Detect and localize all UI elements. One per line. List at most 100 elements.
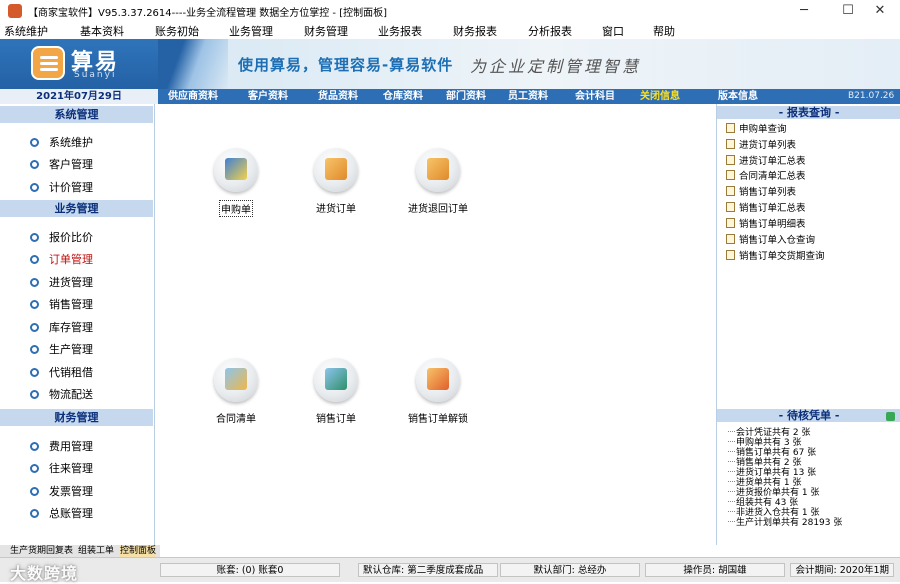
nav-goods-data[interactable]: 货品资料 — [318, 89, 358, 104]
nav-warehouse-data[interactable]: 仓库资料 — [383, 89, 423, 104]
purchase-request-icon — [214, 148, 258, 192]
document-icon — [726, 139, 735, 149]
tile-purchase-order[interactable]: 进货订单 — [286, 148, 386, 215]
status-period: 会计期间: 2020年1期 — [790, 563, 894, 577]
reports-header: - 报表查询 - — [717, 106, 900, 119]
menu-account-init[interactable]: 账务初始 — [155, 23, 199, 39]
tile-label: 进货订单 — [316, 204, 356, 215]
tile-sales-order-unlock[interactable]: 销售订单解锁 — [388, 358, 488, 425]
nav-customer-data[interactable]: 客户资料 — [248, 89, 288, 104]
menu-bar: 系统维护 基本资料 账务初始 业务管理 财务管理 业务报表 财务报表 分析报表 … — [0, 22, 900, 40]
sidebar-item-logistics[interactable]: 物流配送 — [30, 386, 93, 402]
menu-system-maintenance[interactable]: 系统维护 — [4, 23, 48, 39]
sidebar-item-invoice-management[interactable]: 发票管理 — [30, 483, 93, 499]
watermark: 大数跨境 — [10, 564, 79, 583]
sidebar-item-system-maintenance[interactable]: 系统维护 — [30, 134, 93, 150]
current-date: 2021年07月29日 — [0, 89, 158, 104]
menu-finance-management[interactable]: 财务管理 — [304, 23, 348, 39]
nav-close-info[interactable]: 关闭信息 — [640, 89, 680, 104]
sidebar-item-consignment-rental[interactable]: 代销租借 — [30, 364, 93, 380]
logo-icon — [31, 46, 65, 80]
tile-label: 申购单 — [219, 200, 253, 217]
sidebar-item-order-management[interactable]: 订单管理 — [30, 251, 93, 267]
report-item[interactable]: 进货订单汇总表 — [726, 153, 806, 167]
report-item[interactable]: 申购单查询 — [726, 121, 787, 135]
bullet-icon — [30, 322, 39, 332]
version-number: B21.07.26 — [848, 91, 895, 101]
menu-help[interactable]: 帮助 — [653, 23, 675, 39]
document-icon — [726, 218, 735, 228]
status-department: 默认部门: 总经办 — [500, 563, 640, 577]
report-item[interactable]: 销售订单交货期查询 — [726, 248, 825, 262]
menu-business-management[interactable]: 业务管理 — [229, 23, 273, 39]
document-icon — [726, 155, 735, 165]
menu-window[interactable]: 窗口 — [602, 23, 624, 39]
tab-control-panel[interactable]: 控制面板 — [120, 545, 157, 557]
sidebar-item-quote-compare[interactable]: 报价比价 — [30, 229, 93, 245]
tile-label: 销售订单解锁 — [408, 414, 468, 425]
sidebar-item-inventory-management[interactable]: 库存管理 — [30, 319, 93, 335]
menu-analysis-reports[interactable]: 分析报表 — [528, 23, 572, 39]
pending-header: - 待核凭单 - — [717, 409, 900, 422]
nav-version-info[interactable]: 版本信息 — [718, 89, 758, 104]
nav-account-subjects[interactable]: 会计科目 — [575, 89, 615, 104]
purchase-order-icon — [314, 148, 358, 192]
menu-basic-data[interactable]: 基本资料 — [80, 23, 124, 39]
sidebar-item-customer-management[interactable]: 客户管理 — [30, 156, 93, 172]
bullet-icon — [30, 299, 39, 309]
tab-delivery-reply[interactable]: 生产货期回复表 — [10, 545, 73, 557]
sidebar-item-sales-management[interactable]: 销售管理 — [30, 296, 93, 312]
banner-tagline: 为企业定制管理智慧 — [470, 57, 642, 76]
tab-assembly-order[interactable]: 组装工单 — [78, 545, 114, 557]
section-finance-management[interactable]: 财务管理 — [0, 409, 153, 426]
tile-glyph — [225, 158, 247, 180]
sidebar-item-production-management[interactable]: 生产管理 — [30, 341, 93, 357]
tile-label: 合同清单 — [216, 414, 256, 425]
nav-department-data[interactable]: 部门资料 — [446, 89, 486, 104]
window-title: 【商家宝软件】V95.3.37.2614----业务全流程管理 数据全方位掌控 … — [28, 8, 388, 19]
close-button[interactable]: ✕ — [860, 0, 900, 22]
report-item[interactable]: 销售订单汇总表 — [726, 200, 806, 214]
tile-sales-order[interactable]: 销售订单 — [286, 358, 386, 425]
bullet-icon — [30, 508, 39, 518]
sidebar-item-expense-management[interactable]: 费用管理 — [30, 438, 93, 454]
minimize-button[interactable]: ─ — [784, 0, 824, 22]
report-item[interactable]: 进货订单列表 — [726, 137, 796, 151]
bullet-icon — [30, 463, 39, 473]
right-panel: - 报表查询 - 申购单查询 进货订单列表 进货订单汇总表 合同清单汇总表 销售… — [716, 104, 900, 545]
title-bar: 【商家宝软件】V95.3.37.2614----业务全流程管理 数据全方位掌控 … — [0, 0, 900, 23]
tile-label: 进货退回订单 — [408, 204, 468, 215]
nav-employee-data[interactable]: 员工资料 — [508, 89, 548, 104]
bullet-icon — [30, 441, 39, 451]
banner: 算易 Suanyi 使用算易，管理容易-算易软件 为企业定制管理智慧 — [0, 39, 900, 89]
sidebar-item-general-ledger[interactable]: 总账管理 — [30, 505, 93, 521]
bullet-icon — [30, 159, 39, 169]
document-icon — [726, 123, 735, 133]
left-sidebar: 系统管理 系统维护 客户管理 计价管理 业务管理 报价比价 订单管理 进货管理 … — [0, 104, 155, 545]
report-item[interactable]: 销售订单列表 — [726, 184, 796, 198]
sidebar-item-purchase-management[interactable]: 进货管理 — [30, 274, 93, 290]
menu-finance-reports[interactable]: 财务报表 — [453, 23, 497, 39]
report-item[interactable]: 销售订单明细表 — [726, 216, 806, 230]
bullet-icon — [30, 389, 39, 399]
contract-list-icon — [214, 358, 258, 402]
sales-order-unlock-icon — [416, 358, 460, 402]
tile-purchase-request[interactable]: 申购单 — [186, 148, 286, 217]
section-system-management[interactable]: 系统管理 — [0, 106, 153, 123]
sidebar-item-pricing-management[interactable]: 计价管理 — [30, 179, 93, 195]
report-item[interactable]: 销售订单入仓查询 — [726, 232, 815, 246]
sidebar-item-receivables-payables[interactable]: 往来管理 — [30, 460, 93, 476]
document-icon — [726, 170, 735, 180]
status-bar: 账套: (0) 账套0 默认仓库: 第二季度成套成品 默认部门: 总经办 操作员… — [0, 557, 900, 582]
nav-supplier-data[interactable]: 供应商资料 — [168, 89, 218, 104]
section-business-management[interactable]: 业务管理 — [0, 200, 153, 217]
bullet-icon — [30, 344, 39, 354]
menu-business-reports[interactable]: 业务报表 — [378, 23, 422, 39]
status-operator: 操作员: 胡国雄 — [645, 563, 785, 577]
status-account: 账套: (0) 账套0 — [160, 563, 340, 577]
refresh-icon[interactable] — [886, 412, 895, 421]
tile-contract-list[interactable]: 合同清单 — [186, 358, 286, 425]
report-item[interactable]: 合同清单汇总表 — [726, 168, 806, 182]
pending-item[interactable]: 生产计划单共有 28193 张 — [727, 515, 842, 528]
tile-purchase-return-order[interactable]: 进货退回订单 — [388, 148, 488, 215]
